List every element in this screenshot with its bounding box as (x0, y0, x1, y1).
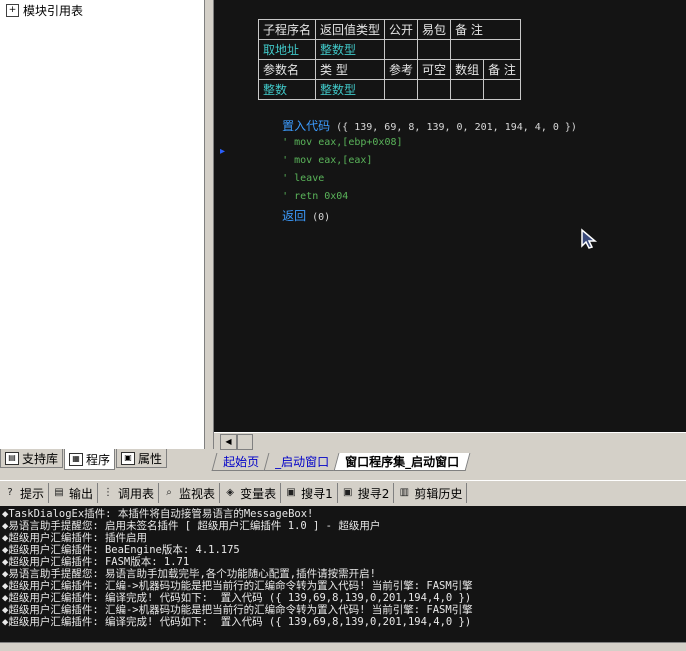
header-cell: 参数名 (257, 59, 317, 80)
button-label: 搜寻2 (357, 486, 390, 501)
return-type-cell[interactable]: 整数型 (315, 39, 386, 60)
left-panel-tabs: ▤ 支持库 ▦ 程序 ▣ 属性 (0, 449, 212, 471)
tree-item-label: 模块引用表 (23, 3, 84, 18)
header-cell: 子程序名 (257, 19, 317, 40)
tab-label: 起始页 (223, 454, 260, 469)
tree-item-module-ref[interactable]: + 模块引用表 (6, 2, 83, 18)
table-header-row: 参数名 类 型 参考 可空 数组 备 注 (257, 59, 521, 80)
easy-pack-cell[interactable] (417, 39, 452, 60)
public-cell[interactable] (384, 39, 419, 60)
output-line: ◆超级用户汇编插件: 汇编->机器码功能是把当前行的汇编命令转为置入代码! 当前… (2, 604, 473, 616)
nullable-cell[interactable] (417, 79, 452, 100)
button-label: 变量表 (240, 486, 277, 501)
code-args: (0) (306, 212, 331, 223)
header-cell: 可空 (417, 59, 452, 80)
output-line: ◆超级用户汇编插件: 编译完成! 代码如下: 置入代码 ({ 139,69,8,… (2, 616, 472, 628)
header-cell: 易包 (417, 19, 452, 40)
code-line[interactable]: 返回 (0) (258, 196, 330, 235)
hint-button[interactable]: ? 提示 (0, 483, 50, 503)
tab-label: 程序 (86, 452, 111, 467)
output-toolbar: ? 提示 ▤ 输出 ⋮ 调用表 ⌕ 监视表 ◈ 变量表 ▣ 搜寻1 ▣ 搜寻2 … (0, 480, 686, 505)
current-line-marker-icon: ▸ (220, 146, 226, 157)
ref-cell[interactable] (384, 79, 419, 100)
output-line: ◆超级用户汇编插件: BeaEngine版本: 4.1.175 (2, 544, 240, 556)
search1-button[interactable]: ▣ 搜寻1 (281, 483, 338, 503)
button-label: 调用表 (118, 486, 155, 501)
search2-icon: ▣ (342, 487, 353, 498)
header-cell: 数组 (450, 59, 485, 80)
header-cell: 备 注 (483, 59, 521, 80)
output-line: ◆超级用户汇编插件: 插件启用 (2, 532, 147, 544)
search2-button[interactable]: ▣ 搜寻2 (338, 483, 395, 503)
tab-property[interactable]: ▣ 属性 (116, 449, 168, 468)
editor-tabs: 起始页 _启动窗口 窗口程序集_启动窗口 (211, 452, 686, 471)
output-line: ◆超级用户汇编插件: 汇编->机器码功能是把当前行的汇编命令转为置入代码! 当前… (2, 580, 473, 592)
program-icon: ▦ (69, 452, 84, 466)
param-type-cell[interactable]: 整数型 (315, 79, 386, 100)
watch-icon: ⌕ (166, 487, 172, 498)
watch-button[interactable]: ⌕ 监视表 (159, 483, 221, 503)
note-cell[interactable] (450, 39, 521, 60)
tab-label: _启动窗口 (275, 454, 330, 469)
output-icon: ▤ (54, 487, 64, 498)
output-line: ◆TaskDialogEx插件: 本插件将自动接管易语言的MessageBox! (2, 508, 314, 520)
mouse-pointer-icon (581, 228, 598, 249)
tab-library[interactable]: ▤ 支持库 (0, 449, 64, 468)
header-cell: 参考 (384, 59, 419, 80)
tab-label: 窗口程序集_启动窗口 (345, 454, 460, 469)
button-label: 提示 (20, 486, 45, 501)
search1-icon: ▣ (286, 487, 296, 498)
button-label: 监视表 (179, 486, 216, 501)
array-cell[interactable] (450, 79, 485, 100)
panel-splitter[interactable] (205, 0, 214, 449)
scroll-left-arrow-icon[interactable]: ◀ (220, 434, 237, 450)
call-stack-icon: ⋮ (103, 487, 114, 498)
note-cell[interactable] (483, 79, 521, 100)
hint-icon: ? (7, 487, 13, 498)
library-icon: ▤ (5, 451, 19, 465)
header-cell: 类 型 (315, 59, 386, 80)
editor-horizontal-scrollbar[interactable]: ◀ (214, 432, 686, 450)
header-cell: 返回值类型 (315, 19, 386, 40)
code-keyword: 返回 (282, 209, 307, 223)
table-row: 取地址 整数型 (257, 39, 521, 60)
subroutine-name-cell[interactable]: 取地址 (257, 39, 317, 60)
output-line: ◆超级用户汇编插件: 编译完成! 代码如下: 置入代码 ({ 139,69,8,… (2, 592, 472, 604)
output-button[interactable]: ▤ 输出 (49, 483, 99, 503)
project-tree-panel: + 模块引用表 (0, 0, 205, 449)
button-label: 剪辑历史 (414, 486, 463, 501)
tab-program[interactable]: ▦ 程序 (64, 449, 116, 470)
output-line: ◆超级用户汇编插件: FASM版本: 1.71 (2, 556, 190, 568)
variable-icon: ◈ (226, 487, 234, 498)
tab-label: 属性 (138, 451, 163, 466)
tab-window-program-set[interactable]: 窗口程序集_启动窗口 (333, 452, 471, 471)
table-row: 整数 整数型 (257, 79, 521, 100)
output-line: ◆易语言助手提醒您: 启用未签名插件 [ 超级用户汇编插件 1.0 ] - 超级… (2, 520, 381, 532)
call-stack-button[interactable]: ⋮ 调用表 (98, 483, 160, 503)
param-name-cell[interactable]: 整数 (257, 79, 317, 100)
property-icon: ▣ (121, 451, 136, 465)
tab-start-page[interactable]: 起始页 (211, 452, 271, 471)
table-header-row: 子程序名 返回值类型 公开 易包 备 注 (257, 19, 521, 40)
scrollbar-thumb[interactable] (237, 434, 253, 450)
module-icon: + (6, 3, 19, 17)
button-label: 搜寻1 (301, 486, 333, 501)
tab-label: 支持库 (22, 451, 59, 466)
subroutine-table: 子程序名 返回值类型 公开 易包 备 注 取地址 整数型 参数名 类 型 参考 … (257, 19, 521, 100)
clipboard-history-button[interactable]: ▥ 剪辑历史 (394, 483, 468, 503)
clipboard-icon: ▥ (399, 487, 410, 498)
tab-startup-window[interactable]: _启动窗口 (263, 452, 341, 471)
code-editor[interactable]: 子程序名 返回值类型 公开 易包 备 注 取地址 整数型 参数名 类 型 参考 … (214, 0, 686, 432)
header-cell: 备 注 (450, 19, 521, 40)
variable-button[interactable]: ◈ 变量表 (220, 483, 282, 503)
output-line: ◆易语言助手提醒您: 易语言助手加载完毕,各个功能随心配置,插件请按需开启! (2, 568, 376, 580)
output-panel[interactable]: ◆TaskDialogEx插件: 本插件将自动接管易语言的MessageBox!… (0, 506, 686, 642)
header-cell: 公开 (384, 19, 419, 40)
button-label: 输出 (69, 486, 94, 501)
